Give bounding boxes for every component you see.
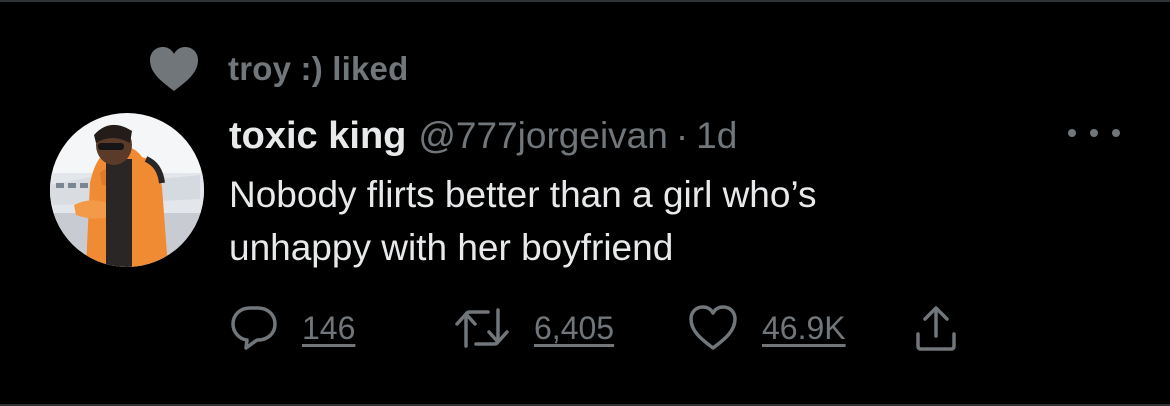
- display-name[interactable]: toxic king: [229, 115, 406, 158]
- reply-icon: [231, 306, 277, 350]
- top-divider: [0, 0, 1170, 2]
- share-button[interactable]: [912, 304, 960, 352]
- tweet-text: Nobody flirts better than a girl who’s u…: [229, 174, 817, 268]
- tweet-header: toxic king @777jorgeivan · 1d: [229, 111, 737, 161]
- more-options-button[interactable]: [1068, 118, 1120, 148]
- retweet-button[interactable]: 6,405: [454, 304, 614, 352]
- heart-icon: [150, 47, 198, 91]
- more-horizontal-icon: [1090, 129, 1098, 137]
- like-button[interactable]: 46.9K: [688, 304, 846, 352]
- more-horizontal-icon: [1068, 129, 1076, 137]
- retweet-count: 6,405: [534, 309, 615, 346]
- timestamp[interactable]: 1d: [696, 115, 737, 157]
- reply-count: 146: [302, 309, 356, 346]
- like-count: 46.9K: [762, 309, 846, 346]
- social-context: troy :) liked: [148, 44, 408, 94]
- retweet-icon: [455, 308, 509, 348]
- reply-button[interactable]: 146: [230, 304, 355, 352]
- heart-outline-icon: [689, 305, 737, 350]
- avatar[interactable]: [50, 113, 204, 267]
- user-handle[interactable]: @777jorgeivan: [418, 115, 667, 157]
- share-icon: [916, 306, 956, 351]
- social-context-text[interactable]: troy :) liked: [228, 50, 408, 88]
- separator-dot: ·: [675, 115, 689, 156]
- more-horizontal-icon: [1112, 129, 1120, 137]
- avatar-image: [50, 113, 204, 267]
